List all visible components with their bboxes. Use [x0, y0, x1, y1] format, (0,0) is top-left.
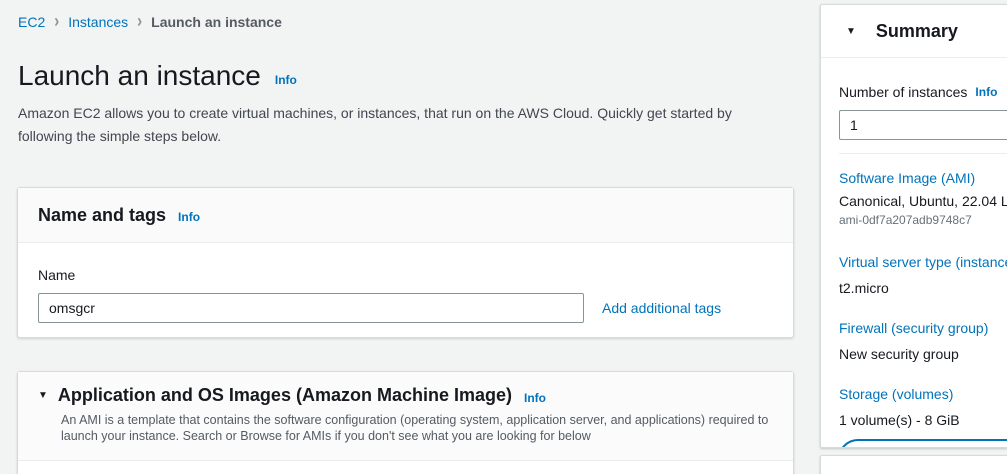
- firewall-link[interactable]: Firewall (security group): [839, 320, 1007, 336]
- page-description: Amazon EC2 allows you to create virtual …: [18, 102, 770, 148]
- summary-section-firewall: Firewall (security group) New security g…: [839, 320, 1007, 362]
- software-image-value: Canonical, Ubuntu, 22.04 L: [839, 193, 1007, 209]
- summary-collapse-toggle[interactable]: ▼ Summary: [821, 5, 1007, 58]
- number-of-instances-input[interactable]: [839, 110, 1007, 140]
- summary-footer-button-partial[interactable]: [838, 439, 1007, 448]
- breadcrumb-current-page: Launch an instance: [151, 14, 282, 30]
- name-field-label: Name: [38, 267, 75, 283]
- page-title: Launch an instance: [18, 60, 261, 92]
- software-image-link[interactable]: Software Image (AMI): [839, 170, 1007, 186]
- virtual-server-type-link[interactable]: Virtual server type (instance: [839, 254, 1007, 270]
- name-and-tags-body: Name Add additional tags: [18, 243, 793, 323]
- breadcrumb-link-ec2[interactable]: EC2: [18, 14, 45, 30]
- name-and-tags-header: Name and tags Info: [18, 188, 793, 243]
- ami-expand-toggle[interactable]: ▼ Application and OS Images (Amazon Mach…: [38, 385, 773, 406]
- breadcrumb: EC2 › Instances › Launch an instance: [18, 13, 282, 30]
- summary-footer-card-partial: [820, 455, 1007, 474]
- summary-panel: ▼ Summary Number of instances Info Softw…: [820, 4, 1007, 448]
- summary-title: Summary: [876, 21, 958, 42]
- software-image-ami-id: ami-0df7a207adb9748c7: [839, 213, 1007, 227]
- summary-section-storage: Storage (volumes) 1 volume(s) - 8 GiB: [839, 386, 1007, 428]
- number-of-instances-label: Number of instances: [839, 84, 967, 100]
- breadcrumb-separator-icon: ›: [137, 11, 142, 32]
- name-and-tags-info-link[interactable]: Info: [178, 210, 200, 224]
- page-header: Launch an instance Info: [18, 60, 297, 92]
- page-title-info-link[interactable]: Info: [275, 73, 297, 87]
- add-additional-tags-link[interactable]: Add additional tags: [602, 300, 721, 316]
- virtual-server-type-value: t2.micro: [839, 280, 1007, 296]
- summary-divider: [839, 153, 1007, 154]
- ami-card: ▼ Application and OS Images (Amazon Mach…: [17, 371, 794, 474]
- name-input-row: Add additional tags: [38, 293, 773, 323]
- summary-body: Number of instances Info Software Image …: [821, 84, 1007, 428]
- summary-section-server-type: Virtual server type (instance t2.micro: [839, 254, 1007, 296]
- name-and-tags-card: Name and tags Info Name Add additional t…: [17, 187, 794, 338]
- number-of-instances-row: Number of instances Info: [839, 84, 1007, 100]
- storage-link[interactable]: Storage (volumes): [839, 386, 1007, 402]
- storage-value: 1 volume(s) - 8 GiB: [839, 412, 1007, 428]
- collapse-caret-icon: ▼: [38, 390, 48, 401]
- ami-description: An AMI is a template that contains the s…: [61, 412, 775, 444]
- firewall-value: New security group: [839, 346, 1007, 362]
- breadcrumb-separator-icon: ›: [54, 11, 59, 32]
- instance-name-input[interactable]: [38, 293, 584, 323]
- breadcrumb-link-instances[interactable]: Instances: [68, 14, 128, 30]
- number-of-instances-info-link[interactable]: Info: [975, 85, 997, 99]
- ami-info-link[interactable]: Info: [524, 391, 546, 405]
- collapse-caret-icon: ▼: [846, 26, 856, 37]
- summary-section-software-image: Software Image (AMI) Canonical, Ubuntu, …: [839, 170, 1007, 227]
- name-and-tags-title: Name and tags: [38, 205, 166, 226]
- ami-card-header: ▼ Application and OS Images (Amazon Mach…: [18, 372, 793, 461]
- ami-card-title: Application and OS Images (Amazon Machin…: [58, 385, 512, 406]
